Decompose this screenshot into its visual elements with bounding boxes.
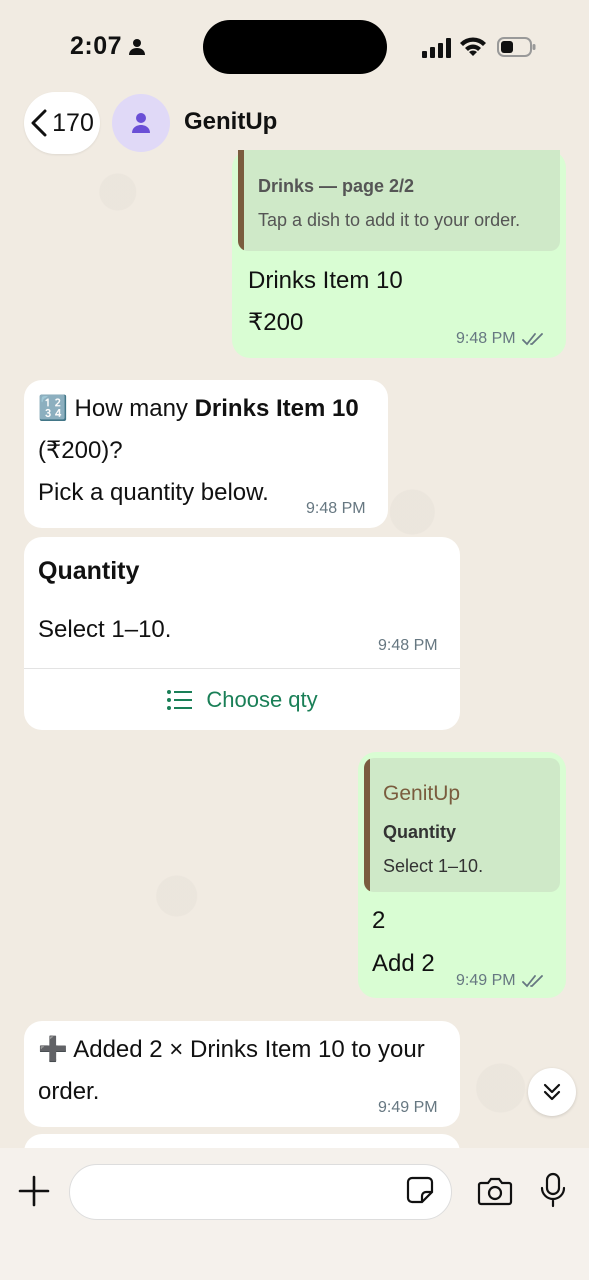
quote-title: Quantity — [383, 822, 457, 842]
message-price: (₹200)? — [38, 437, 123, 464]
double-check-icon — [521, 975, 543, 988]
message-line: 🔢 How many Drinks Item 10 — [38, 395, 359, 422]
message-input[interactable] — [69, 1164, 452, 1220]
choose-qty-label: Choose qty — [206, 686, 318, 712]
person-status-icon — [129, 39, 145, 55]
chevron-left-icon — [31, 109, 47, 137]
outgoing-message-reply[interactable]: GenitUp Quantity Select 1–10. 2 Add 2 9:… — [358, 752, 566, 998]
incoming-interactive-message: Quantity Select 1–10. 9:48 PM Choose qty — [24, 537, 460, 730]
message-time: 9:48 PM — [378, 637, 438, 654]
battery-icon — [497, 37, 536, 57]
message-line: order. — [38, 1078, 100, 1105]
choose-qty-button[interactable]: Choose qty — [24, 669, 460, 730]
outgoing-message-drinks-item[interactable]: Drinks — page 2/2 Tap a dish to add it t… — [232, 150, 566, 358]
double-check-icon — [521, 333, 543, 346]
dynamic-island — [203, 20, 387, 74]
cellular-signal-icon — [422, 38, 451, 58]
contact-avatar[interactable] — [112, 94, 170, 152]
quote-body: Tap a dish to add it to your order. — [258, 210, 521, 230]
double-chevron-down-icon — [543, 1083, 561, 1101]
message-time: 9:48 PM — [306, 500, 366, 517]
quote-bar — [364, 758, 370, 892]
quote-bar — [238, 150, 244, 251]
numbers-emoji-icon: 🔢 — [38, 395, 68, 422]
scroll-to-bottom-button[interactable] — [528, 1068, 576, 1116]
message-meta: 9:49 PM — [456, 972, 546, 990]
message-title: Quantity — [38, 557, 140, 585]
incoming-message-how-many[interactable]: 🔢 How many Drinks Item 10 (₹200)? Pick a… — [24, 380, 388, 528]
quote-title: Drinks — page 2/2 — [258, 176, 415, 196]
quoted-message[interactable]: Drinks — page 2/2 Tap a dish to add it t… — [238, 150, 560, 251]
list-icon — [167, 689, 193, 710]
message-time: 9:48 PM — [456, 330, 516, 347]
quote-body: Select 1–10. — [383, 856, 484, 876]
message-time: 9:49 PM — [378, 1099, 438, 1116]
plus-icon[interactable] — [18, 1175, 50, 1207]
wifi-icon — [460, 37, 486, 56]
status-time: 2:07 — [70, 32, 123, 60]
message-line: 2 — [372, 907, 386, 934]
message-body: Select 1–10. — [38, 616, 172, 643]
unread-count: 170 — [52, 108, 94, 137]
message-line: ➕ Added 2 × Drinks Item 10 to your — [38, 1036, 425, 1063]
person-avatar-icon — [132, 113, 150, 133]
incoming-message-added[interactable]: ➕ Added 2 × Drinks Item 10 to your order… — [24, 1021, 460, 1127]
camera-icon[interactable] — [477, 1176, 513, 1206]
message-meta: 9:48 PM — [456, 330, 546, 348]
message-line: Drinks Item 10 — [248, 267, 403, 294]
microphone-icon[interactable] — [540, 1172, 566, 1208]
message-instruction: Pick a quantity below. — [38, 479, 269, 506]
message-line: Add 2 — [372, 950, 435, 977]
back-button[interactable]: 170 — [24, 92, 100, 154]
message-price: ₹200 — [248, 309, 304, 336]
quote-sender: GenitUp — [383, 782, 461, 805]
quoted-message[interactable]: GenitUp Quantity Select 1–10. — [364, 758, 560, 892]
message-time: 9:49 PM — [456, 972, 516, 989]
item-name: Drinks Item 10 — [194, 395, 359, 422]
contact-name[interactable]: GenitUp — [184, 108, 277, 136]
status-bar: 2:07 — [0, 0, 589, 90]
sticker-icon[interactable] — [406, 1176, 434, 1204]
